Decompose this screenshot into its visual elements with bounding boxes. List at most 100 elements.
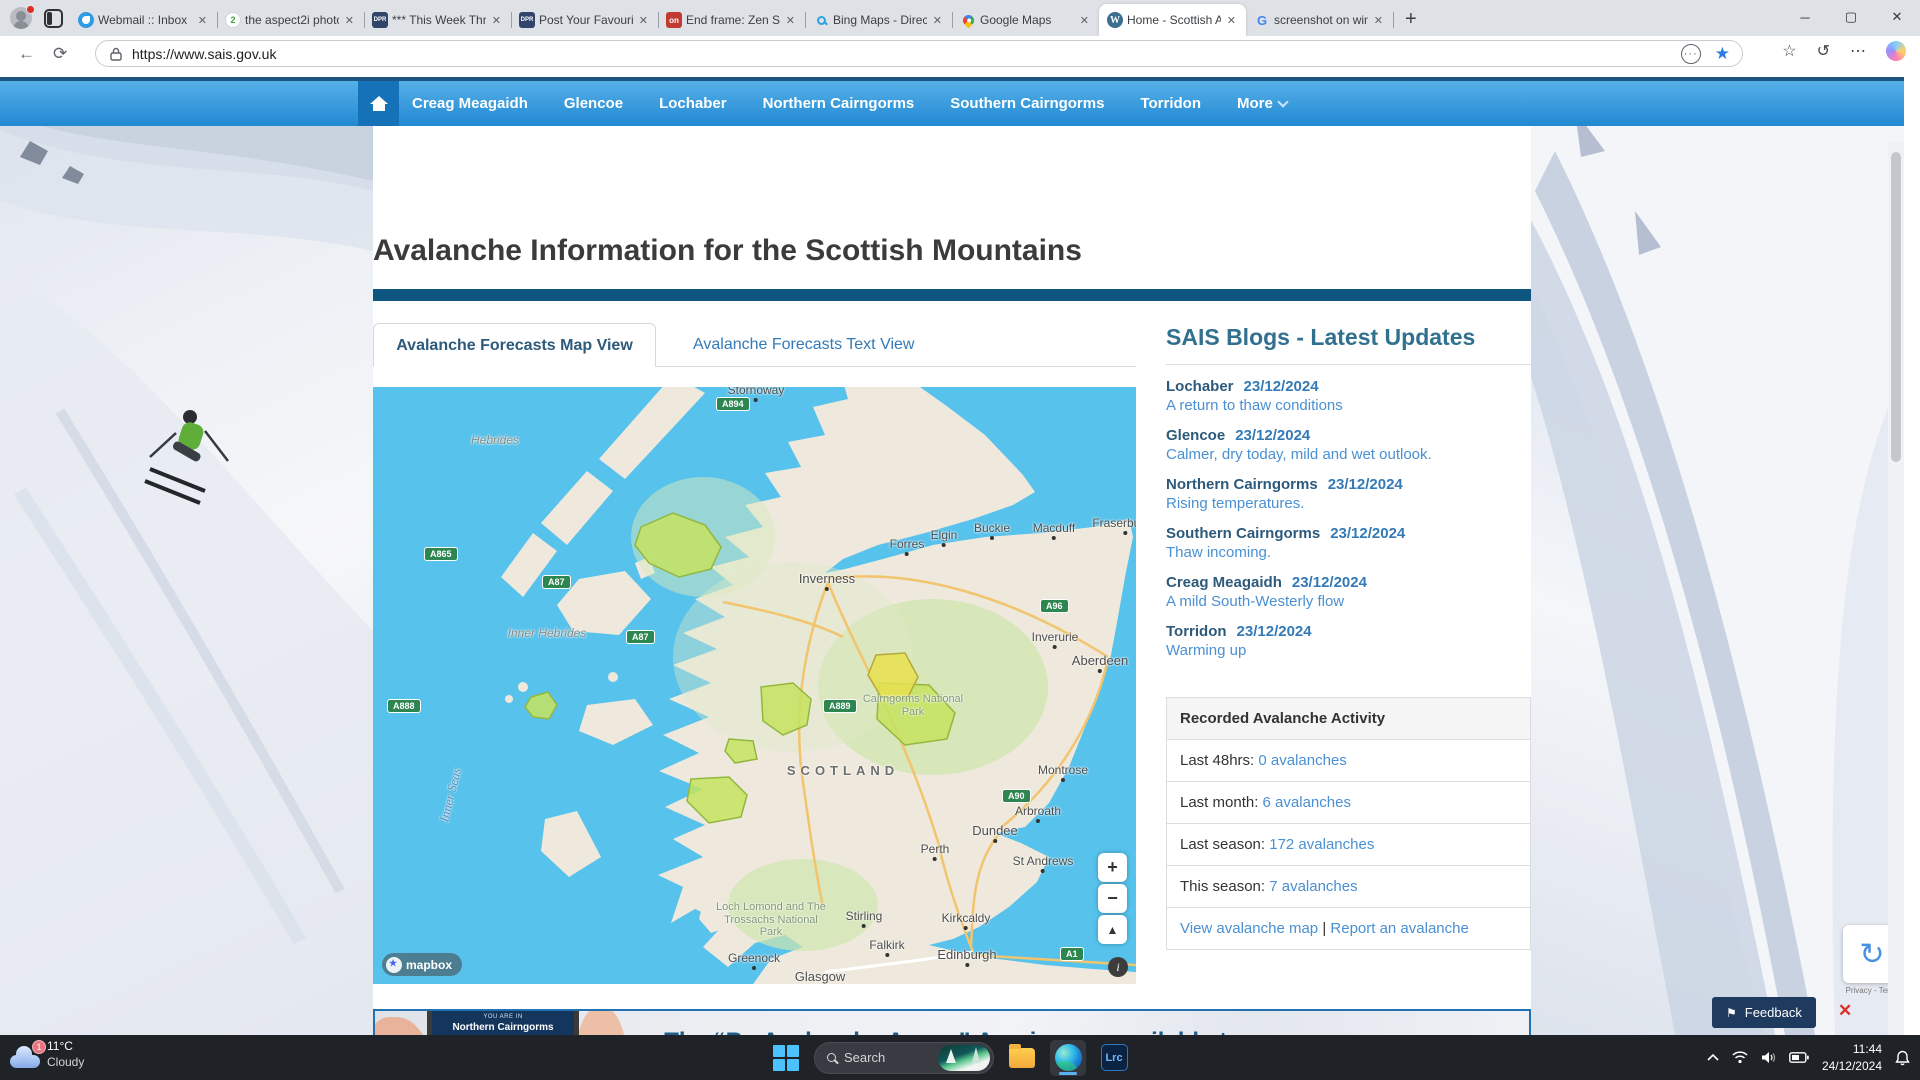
edge-browser-button[interactable]: [1050, 1040, 1086, 1076]
blog-post-date: 23/12/2024: [1292, 574, 1367, 591]
browser-tab[interactable]: 2the aspect2i photogra✕: [217, 4, 364, 36]
browser-tab[interactable]: DPRPost Your Favourite Pic✕: [511, 4, 658, 36]
copilot-icon[interactable]: [1886, 41, 1906, 61]
volume-icon[interactable]: [1761, 1051, 1776, 1064]
blog-post-name: Torridon: [1166, 623, 1227, 640]
activity-count-link[interactable]: 7 avalanches: [1269, 878, 1357, 895]
blog-post-link[interactable]: A return to thaw conditions: [1166, 397, 1531, 414]
blog-post: Glencoe23/12/2024Calmer, dry today, mild…: [1166, 427, 1531, 463]
scrollbar-thumb[interactable]: [1891, 152, 1901, 462]
sidebar-nav-southern-cairngorms[interactable]: Southern Cairngorms: [950, 95, 1104, 112]
tab-close-icon[interactable]: ✕: [1225, 14, 1238, 27]
sidebar-nav-northern-cairngorms[interactable]: Northern Cairngorms: [763, 95, 915, 112]
browser-tab[interactable]: onEnd frame: Zen Shadow✕: [658, 4, 805, 36]
minimize-button[interactable]: ─: [1782, 0, 1828, 34]
map-compass-button[interactable]: ▲: [1098, 915, 1127, 944]
address-bar[interactable]: https://www.sais.gov.uk ··· ★: [95, 40, 1743, 67]
mapbox-logo[interactable]: mapbox: [382, 953, 462, 976]
activity-footer-link[interactable]: View avalanche map: [1180, 920, 1318, 937]
blog-post-name: Southern Cairngorms: [1166, 525, 1320, 542]
blog-post-link[interactable]: Thaw incoming.: [1166, 544, 1531, 561]
page-title: Avalanche Information for the Scottish M…: [373, 234, 1082, 268]
activity-footer-link[interactable]: Report an avalanche: [1330, 920, 1468, 937]
blog-post-link[interactable]: Warming up: [1166, 642, 1531, 659]
home-nav-button[interactable]: [358, 81, 399, 126]
new-tab-button[interactable]: +: [1405, 8, 1417, 31]
sidebar-nav-torridon[interactable]: Torridon: [1140, 95, 1201, 112]
map-label-stirling: Stirling: [846, 909, 883, 928]
tab-close-icon[interactable]: ✕: [196, 14, 209, 27]
history-icon[interactable]: ↺: [1817, 41, 1830, 61]
tab-close-icon[interactable]: ✕: [490, 14, 503, 27]
tab-text-view[interactable]: Avalanche Forecasts Text View: [675, 323, 932, 367]
activity-count-link[interactable]: 6 avalanches: [1263, 794, 1351, 811]
blog-post-link[interactable]: Calmer, dry today, mild and wet outlook.: [1166, 446, 1531, 463]
lightroom-button[interactable]: Lrc: [1096, 1040, 1132, 1076]
start-button[interactable]: [768, 1040, 804, 1076]
map-zoom-out-button[interactable]: −: [1098, 884, 1127, 913]
avalanche-forecast-map[interactable]: StornowayHebridesForresElginBuckieMacduf…: [373, 387, 1136, 984]
bookmark-star-icon[interactable]: ★: [1715, 44, 1730, 64]
map-label-dundee: Dundee: [972, 823, 1018, 843]
notifications-bell-icon[interactable]: [1895, 1050, 1910, 1066]
browser-tab[interactable]: DPR*** This Week Through✕: [364, 4, 511, 36]
taskbar-search[interactable]: Search: [814, 1042, 994, 1074]
nav-more-dropdown[interactable]: More: [1237, 95, 1287, 112]
browser-tab[interactable]: Google Maps ✕: [952, 4, 1099, 36]
flag-icon: ⚑: [1726, 1006, 1737, 1020]
blog-post-link[interactable]: A mild South-Westerly flow: [1166, 593, 1531, 610]
close-button[interactable]: ✕: [1874, 0, 1920, 34]
favorites-icon[interactable]: ☆: [1782, 41, 1796, 61]
tab-close-icon[interactable]: ✕: [343, 14, 356, 27]
app-promo-banner[interactable]: YOU ARE IN Northern Cairngorms AVALANCHE…: [373, 1009, 1531, 1035]
tab-title: Home - Scottish Avala: [1127, 13, 1221, 27]
back-button[interactable]: ←: [18, 44, 35, 64]
sidebar-nav-glencoe[interactable]: Glencoe: [564, 95, 623, 112]
refresh-button[interactable]: ⟳: [53, 44, 67, 64]
browser-scrollbar[interactable]: [1888, 142, 1904, 1035]
blog-post-link[interactable]: Rising temperatures.: [1166, 495, 1531, 512]
browser-profile-button[interactable]: [10, 7, 34, 31]
browser-tab[interactable]: Webmail :: Inbox✕: [70, 4, 217, 36]
map-city-dot: [885, 953, 889, 957]
tab-close-icon[interactable]: ✕: [637, 14, 650, 27]
file-explorer-button[interactable]: [1004, 1040, 1040, 1076]
sidebar-nav-creag-meagaidh[interactable]: Creag Meagaidh: [412, 95, 528, 112]
settings-menu-icon[interactable]: ⋯: [1850, 41, 1866, 61]
browser-tab[interactable]: WHome - Scottish Avala✕: [1099, 4, 1246, 36]
activity-count-link[interactable]: 172 avalanches: [1269, 836, 1374, 853]
tab-close-icon[interactable]: ✕: [784, 14, 797, 27]
road-badge-a87: A87: [542, 575, 571, 589]
tray-chevron-icon[interactable]: [1707, 1054, 1719, 1062]
browser-tab[interactable]: Bing Maps - Directions✕: [805, 4, 952, 36]
url-text[interactable]: https://www.sais.gov.uk: [132, 46, 1681, 62]
feedback-close-icon[interactable]: ✕: [1838, 1001, 1852, 1021]
weather-widget[interactable]: 1 11°C Cloudy: [10, 1038, 84, 1070]
page-actions-icon[interactable]: ···: [1681, 44, 1701, 64]
tab-close-icon[interactable]: ✕: [1078, 14, 1091, 27]
sidebar-nav-lochaber[interactable]: Lochaber: [659, 95, 727, 112]
tab-workspaces-icon[interactable]: [44, 9, 63, 28]
search-daily-image[interactable]: [938, 1045, 990, 1071]
tab-map-view[interactable]: Avalanche Forecasts Map View: [373, 323, 656, 367]
feedback-button[interactable]: ⚑ Feedback: [1712, 997, 1816, 1028]
battery-icon[interactable]: [1789, 1052, 1809, 1063]
google-favicon-icon: G: [1254, 12, 1270, 28]
maximize-button[interactable]: ▢: [1828, 0, 1874, 34]
map-zoom-in-button[interactable]: +: [1098, 853, 1127, 882]
map-label-aberdeen: Aberdeen: [1072, 653, 1128, 673]
map-label-buckie: Buckie: [974, 521, 1010, 540]
wifi-icon[interactable]: [1732, 1051, 1748, 1064]
browser-tab[interactable]: Gscreenshot on window✕: [1246, 4, 1393, 36]
map-info-button[interactable]: i: [1108, 957, 1128, 977]
profile-notification-dot: [26, 5, 35, 14]
tab-title: Google Maps: [980, 13, 1074, 27]
taskbar-center: Search Lrc: [768, 1035, 1132, 1080]
tab-close-icon[interactable]: ✕: [931, 14, 944, 27]
tab-close-icon[interactable]: ✕: [1372, 14, 1385, 27]
activity-count-link[interactable]: 0 avalanches: [1258, 752, 1346, 769]
clock[interactable]: 11:44 24/12/2024: [1822, 1041, 1882, 1073]
map-label-text: Elgin: [931, 528, 958, 542]
tab-title: *** This Week Through: [392, 13, 486, 27]
windows-taskbar: 1 11°C Cloudy Search Lrc 11:44 2: [0, 1035, 1920, 1080]
